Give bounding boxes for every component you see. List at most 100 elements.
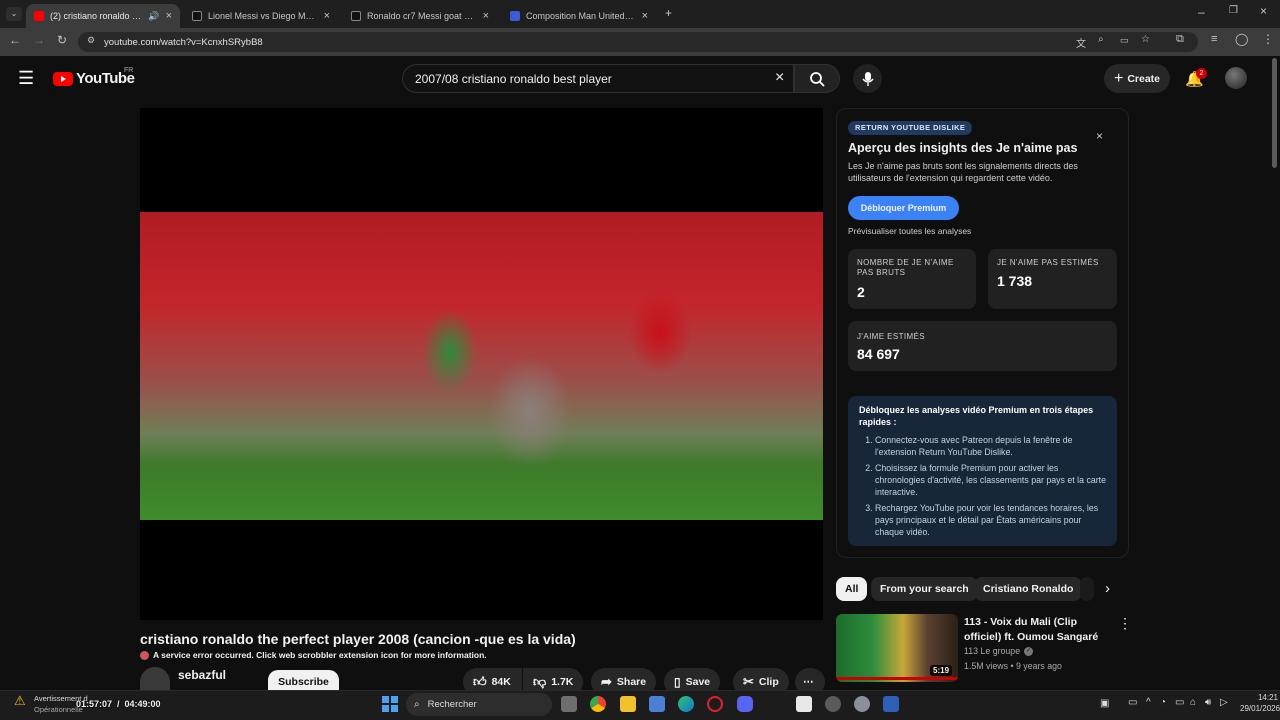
back-icon[interactable]: ←	[9, 33, 21, 47]
media-controls-icon[interactable]: ≡	[1211, 33, 1217, 45]
forward-icon[interactable]: →	[33, 33, 45, 47]
avatar[interactable]	[1225, 67, 1247, 89]
profile-icon[interactable]: ◯	[1235, 32, 1248, 46]
close-tab-icon[interactable]: ×	[483, 10, 489, 22]
share-arrow-icon: ➦	[601, 674, 612, 689]
translate-icon[interactable]: 文	[1076, 35, 1086, 50]
tab-messi-maradona[interactable]: Lionel Messi vs Diego Maradon ×	[184, 4, 338, 28]
bookmark-icon: ▯	[674, 675, 681, 689]
battery-icon[interactable]: ▭	[1175, 697, 1184, 708]
raw-dislikes-card: NOMBRE DE JE N'AIME PAS BRUTS 2	[848, 249, 976, 309]
network-icon[interactable]: ⌂	[1190, 697, 1196, 708]
recommendation-channel[interactable]: 113 Le groupe ✓	[964, 646, 1034, 656]
recording-timer: 01:57:07 / 04:49:00	[76, 699, 161, 709]
create-button[interactable]: + Create	[1104, 64, 1170, 93]
zoom-icon[interactable]: ⌕	[1098, 34, 1104, 45]
volume-icon[interactable]: 🔊︎	[1205, 697, 1211, 708]
file-explorer-icon[interactable]	[620, 696, 636, 712]
extensions-icon[interactable]: ⧉	[1176, 33, 1184, 46]
preview-analytics-link[interactable]: Prévisualiser toutes les analyses	[848, 226, 971, 236]
wifi-icon[interactable]: ◔	[1160, 697, 1166, 708]
chip-overflow[interactable]	[1080, 577, 1094, 601]
tab-ronaldo-messi[interactable]: Ronaldo cr7 Messi goat 🐐 Re ×	[343, 4, 497, 28]
unlock-premium-button[interactable]: Débloquer Premium	[848, 196, 959, 220]
site-info-icon[interactable]: ⚙	[87, 35, 95, 46]
clear-search-icon[interactable]: ×	[775, 69, 784, 87]
document-icon[interactable]	[796, 696, 812, 712]
show-hidden-icons-chevron-icon[interactable]: ^	[1146, 697, 1151, 708]
chrome-icon[interactable]	[590, 696, 606, 712]
search-button[interactable]	[794, 64, 840, 93]
close-tab-icon[interactable]: ×	[324, 10, 330, 22]
address-bar[interactable]: ⚙ youtube.com/watch?v=KcnxhSRybB8 文 ⌕ ▭ …	[78, 32, 1198, 52]
store-icon[interactable]	[649, 696, 665, 712]
youtube-logo[interactable]: YouTube	[53, 70, 135, 87]
estimated-likes-card: J'AIME ESTIMÉS 84 697	[848, 321, 1117, 371]
youtube-favicon-icon	[34, 11, 44, 21]
app-icon[interactable]	[825, 696, 841, 712]
tab-search-icon[interactable]: ⌄	[6, 7, 22, 21]
plus-icon: +	[1113, 69, 1124, 87]
thumbs-up-icon: 👍︎	[473, 674, 487, 689]
search-icon: ⌕	[414, 699, 420, 710]
steps-list: Connectez-vous avec Patreon depuis la fe…	[859, 434, 1106, 538]
chrome-menu-icon[interactable]: ⋮	[1262, 32, 1274, 46]
video-title: cristiano ronaldo the perfect player 200…	[140, 631, 576, 647]
taskbar-clock[interactable]: 14:21 29/01/2026	[1240, 692, 1280, 714]
tab-youtube-ronaldo[interactable]: (2) cristiano ronaldo the pe 🔊 ×	[26, 4, 180, 28]
search-icon	[810, 71, 825, 87]
close-tab-icon[interactable]: ×	[642, 10, 648, 22]
bookmark-star-icon[interactable]: ☆	[1141, 34, 1150, 45]
chevron-right-icon[interactable]: ›	[1105, 580, 1110, 597]
minimize-icon[interactable]: –	[1198, 5, 1205, 19]
taskbar-search[interactable]: ⌕ Rechercher	[406, 693, 552, 716]
youtube-play-logo-icon	[53, 71, 73, 86]
new-tab-icon[interactable]: +	[665, 6, 672, 20]
tab-composition-man-united[interactable]: Composition Man United 2007/ ×	[502, 4, 656, 28]
subscribe-button[interactable]: Subscribe	[268, 670, 339, 690]
page-scrollbar[interactable]	[1272, 58, 1277, 168]
chip-cristiano-ronaldo[interactable]: Cristiano Ronaldo	[974, 577, 1083, 601]
step-item: Choisissez la formule Premium pour activ…	[875, 462, 1106, 498]
chip-from-your-search[interactable]: From your search	[871, 577, 978, 601]
premium-steps-box: Débloquez les analyses vidéo Premium en …	[848, 396, 1117, 546]
opera-icon[interactable]	[707, 696, 723, 712]
search-input[interactable]: 2007/08 cristiano ronaldo best player ×	[402, 64, 794, 93]
settings-gear-icon[interactable]	[854, 696, 870, 712]
tiktok-favicon-icon	[192, 11, 202, 21]
cast-icon[interactable]: ▭	[1120, 35, 1129, 46]
edge-icon[interactable]	[678, 696, 694, 712]
warning-icon[interactable]: ⚠	[14, 693, 26, 709]
speaker-icon[interactable]: 🔊	[148, 11, 159, 22]
more-options-icon[interactable]: ⋮	[1118, 615, 1132, 632]
recommendation-meta: 1.5M views • 9 years ago	[964, 661, 1062, 671]
recommendation-title[interactable]: 113 - Voix du Mali (Clip officiel) ft. O…	[964, 615, 1116, 645]
close-panel-icon[interactable]: ×	[1096, 129, 1103, 143]
window-close-icon[interactable]: ×	[1260, 4, 1267, 18]
reload-icon[interactable]: ↻	[57, 33, 67, 47]
tray-app-icon[interactable]: ▣	[1100, 698, 1109, 709]
windows-taskbar	[0, 690, 1280, 720]
recommendation-thumbnail[interactable]: 5:19	[836, 614, 958, 682]
chip-all[interactable]: All	[836, 577, 868, 601]
site-favicon-icon	[510, 11, 520, 21]
microphone-icon	[861, 71, 874, 86]
close-tab-icon[interactable]: ×	[166, 10, 172, 22]
scrobbler-error: A service error occurred. Click web scro…	[140, 650, 487, 660]
windows-start-icon[interactable]	[382, 696, 398, 712]
estimated-dislikes-value: 1 738	[997, 273, 1033, 289]
remote-desktop-icon[interactable]	[883, 696, 899, 712]
task-view-icon[interactable]	[561, 696, 577, 712]
channel-name[interactable]: sebazful	[178, 668, 226, 682]
voice-search-button[interactable]	[853, 64, 882, 93]
media-play-icon[interactable]: ▷	[1220, 697, 1228, 708]
channel-avatar[interactable]	[140, 667, 170, 690]
more-horizontal-icon: ⋯	[803, 676, 814, 688]
discord-icon[interactable]	[737, 696, 753, 712]
watch-progress-bar	[836, 677, 958, 680]
estimated-dislikes-card: JE N'AIME PAS ESTIMÉS 1 738	[988, 249, 1117, 309]
hamburger-menu-icon[interactable]: ☰	[18, 68, 34, 89]
restore-icon[interactable]: ❐	[1229, 5, 1238, 16]
scrobbler-icon	[140, 650, 149, 660]
tray-window-icon[interactable]: ▭	[1128, 697, 1137, 708]
